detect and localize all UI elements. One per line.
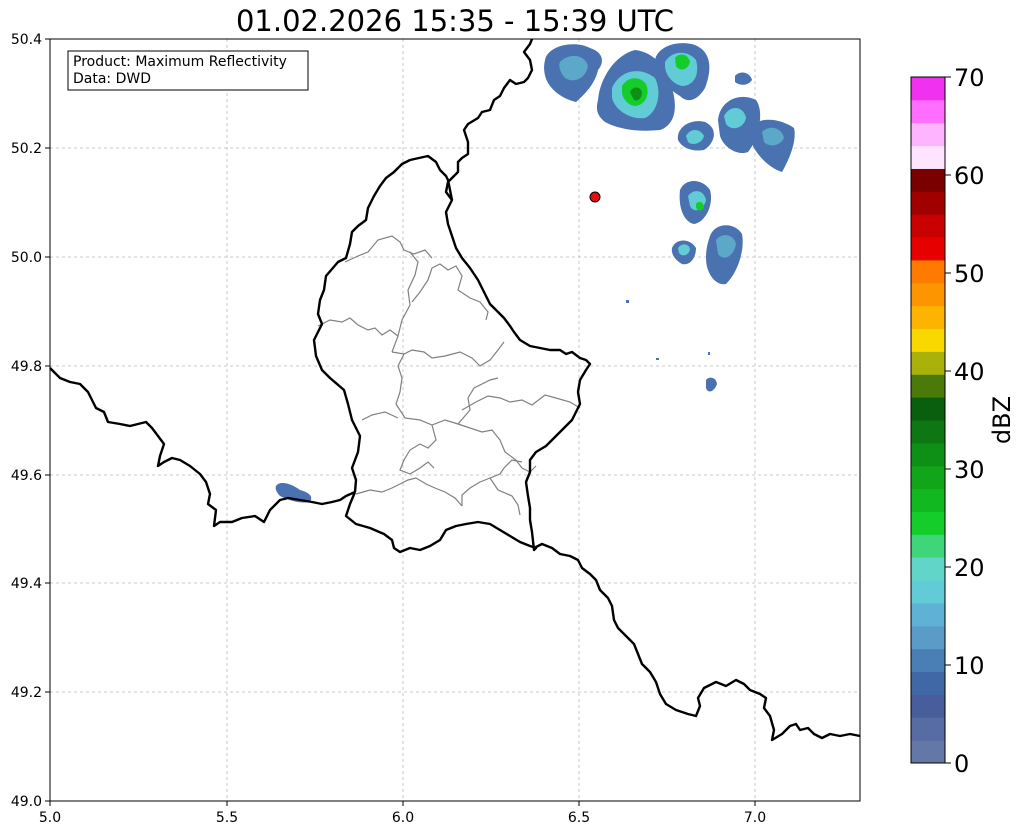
colorbar-segment (911, 145, 945, 169)
x-tick-label: 6.5 (568, 810, 590, 826)
colorbar-segment (911, 397, 945, 421)
colorbar-segment (911, 648, 945, 673)
colorbar-tick-label: 0 (954, 750, 969, 778)
colorbar-tick-label: 60 (954, 162, 985, 190)
y-tick-label: 49.8 (11, 359, 42, 375)
info-box: Product: Maximum Reflectivity Data: DWD (67, 50, 309, 91)
info-data-source: Data: DWD (73, 71, 151, 87)
colorbar-ticks: 0 10 20 30 40 50 60 70 (945, 64, 985, 778)
y-tick-label: 49.6 (11, 468, 42, 484)
colorbar-segment (911, 305, 945, 330)
colorbar-tick-label: 70 (954, 64, 985, 92)
colorbar (911, 77, 945, 764)
colorbar-segment (911, 328, 945, 352)
colorbar-segment (911, 374, 945, 398)
colorbar-segment (911, 214, 945, 238)
colorbar-segment (911, 259, 945, 284)
colorbar-tick-label: 30 (954, 456, 985, 484)
colorbar-tick-label: 20 (954, 554, 985, 582)
colorbar-tick-label: 50 (954, 260, 985, 288)
colorbar-tick-label: 40 (954, 358, 985, 386)
colorbar-segment (911, 122, 945, 147)
colorbar-segment (911, 488, 945, 512)
colorbar-segment (911, 351, 945, 375)
y-tick-label: 50.0 (11, 250, 42, 266)
colorbar-segment (911, 602, 945, 627)
x-tick-label: 7.0 (744, 810, 766, 826)
location-marker (589, 191, 601, 203)
x-tick-label: 5.5 (216, 810, 238, 826)
colorbar-segment (911, 625, 945, 650)
y-tick-label: 49.0 (11, 794, 42, 810)
colorbar-segment (911, 465, 945, 490)
y-tick-label: 49.2 (11, 685, 42, 701)
y-tick-label: 49.4 (11, 576, 42, 592)
x-tick-label: 6.0 (392, 810, 414, 826)
colorbar-segment (911, 557, 945, 581)
colorbar-segment (911, 168, 945, 192)
colorbar-tick-label: 10 (954, 652, 985, 680)
info-product: Product: Maximum Reflectivity (73, 54, 287, 70)
colorbar-segment (911, 740, 945, 764)
colorbar-segment (911, 717, 945, 741)
colorbar-unit-label: dBZ (988, 396, 1016, 444)
map-figure: 5.0 5.5 6.0 6.5 7.0 50.4 50.2 50.0 49.8 … (11, 32, 1016, 826)
y-tick-label: 50.2 (11, 141, 42, 157)
colorbar-segment (911, 580, 945, 604)
plot-area (50, 39, 860, 801)
colorbar-segment (911, 511, 945, 535)
colorbar-segment (911, 534, 945, 558)
colorbar-segment (911, 99, 945, 124)
colorbar-segment (911, 671, 945, 695)
colorbar-segment (911, 694, 945, 718)
colorbar-segment (911, 191, 945, 215)
colorbar-segment (911, 237, 945, 261)
y-tick-label: 50.4 (11, 32, 42, 48)
colorbar-segment (911, 77, 945, 101)
colorbar-segment (911, 282, 945, 307)
x-tick-label: 5.0 (39, 810, 61, 826)
colorbar-segment (911, 442, 945, 467)
colorbar-segment (911, 420, 945, 444)
